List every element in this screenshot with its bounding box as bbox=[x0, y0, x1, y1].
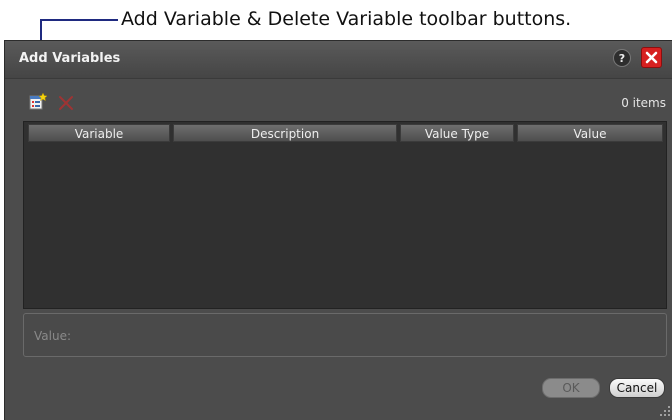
value-field[interactable]: Value: bbox=[23, 313, 667, 357]
column-header-variable[interactable]: Variable bbox=[28, 124, 170, 142]
variables-table[interactable]: Variable Description Value Type Value bbox=[23, 121, 667, 309]
close-icon bbox=[645, 51, 658, 64]
add-variable-button[interactable] bbox=[29, 92, 48, 111]
add-variable-icon bbox=[29, 92, 48, 110]
callout-line-horizontal bbox=[40, 19, 118, 21]
delete-variable-button[interactable] bbox=[57, 94, 75, 112]
cancel-button[interactable]: Cancel bbox=[609, 378, 665, 398]
close-button[interactable] bbox=[641, 47, 662, 68]
callout-text: Add Variable & Delete Variable toolbar b… bbox=[121, 8, 572, 30]
column-header-value-type[interactable]: Value Type bbox=[400, 124, 514, 142]
table-header: Variable Description Value Type Value bbox=[28, 124, 663, 142]
column-header-description[interactable]: Description bbox=[173, 124, 397, 142]
help-icon: ? bbox=[618, 51, 626, 65]
ok-button[interactable]: OK bbox=[542, 378, 600, 398]
dialog-titlebar[interactable]: Add Variables ? bbox=[5, 41, 672, 79]
item-count: 0 items bbox=[621, 96, 666, 110]
resize-grip-icon[interactable] bbox=[659, 405, 671, 417]
value-label: Value: bbox=[34, 329, 71, 343]
column-header-value[interactable]: Value bbox=[517, 124, 663, 142]
delete-variable-icon bbox=[59, 96, 73, 110]
add-variables-dialog: Add Variables ? 0 items Variable Descrip… bbox=[4, 40, 672, 420]
help-button[interactable]: ? bbox=[613, 49, 631, 67]
dialog-title: Add Variables bbox=[19, 51, 121, 66]
